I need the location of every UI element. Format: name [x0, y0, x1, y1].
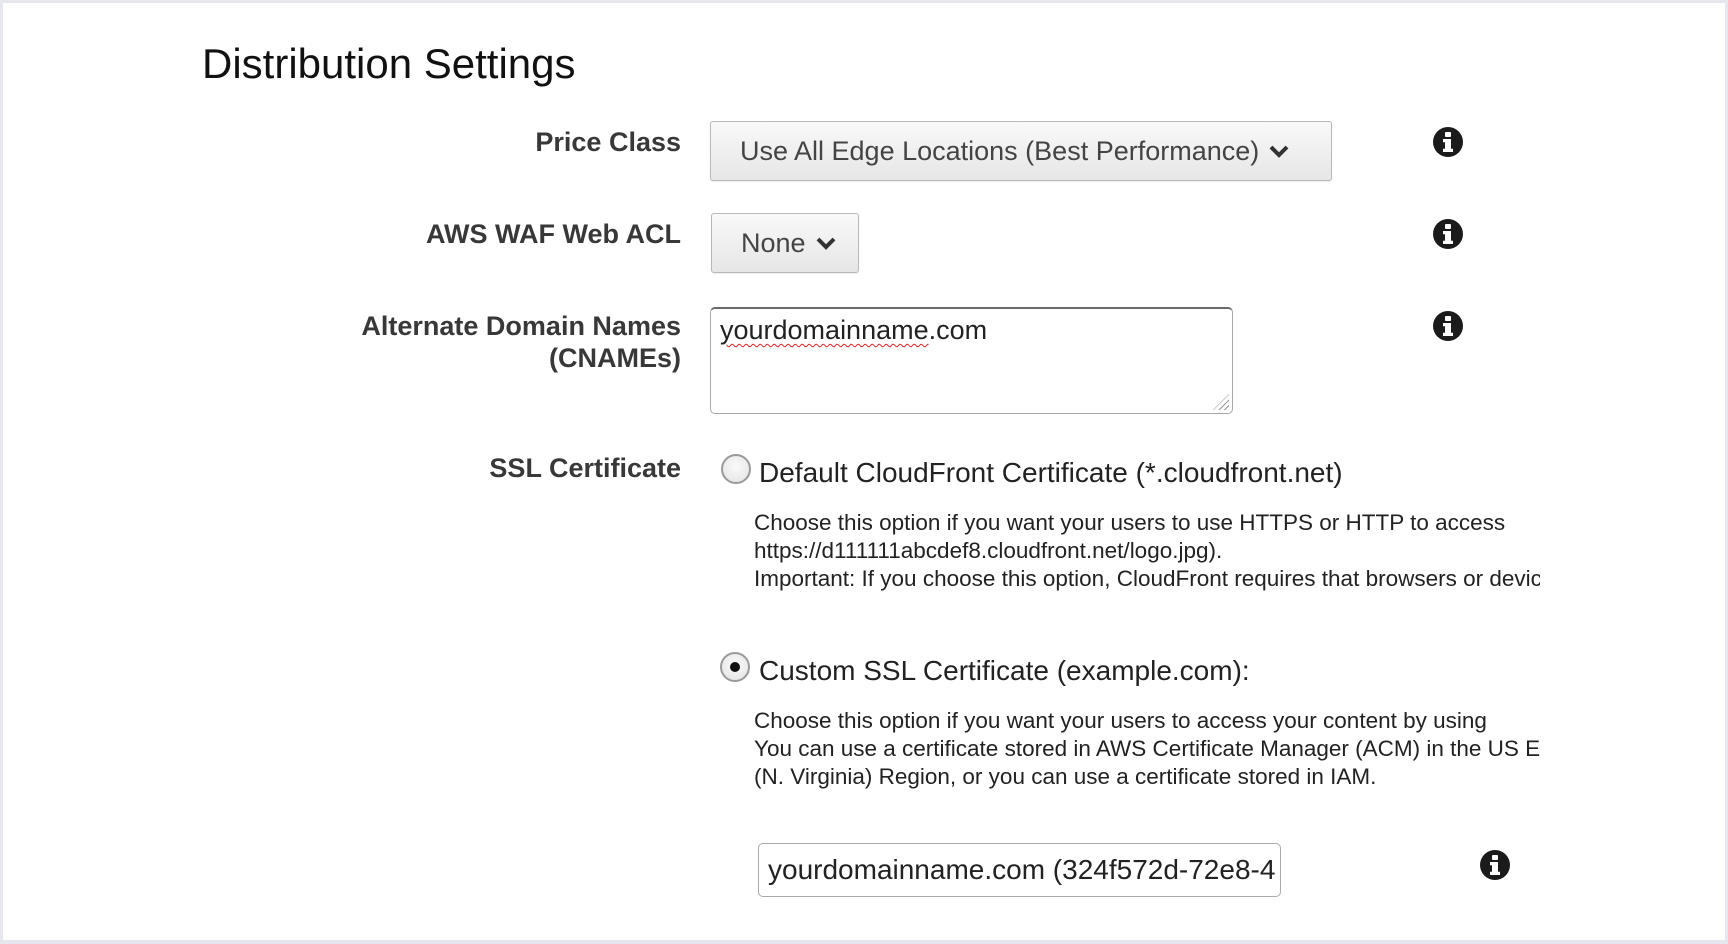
waf-select[interactable]: None — [711, 213, 859, 273]
cnames-label-line1: Alternate Domain Names — [361, 311, 681, 341]
price-class-value: Use All Edge Locations (Best Performance… — [740, 135, 1260, 166]
custom-certificate-description: Choose this option if you want your user… — [754, 707, 1540, 791]
chevron-down-icon — [1269, 145, 1289, 158]
description-line: Choose this option if you want your user… — [754, 510, 1506, 535]
chevron-down-icon — [816, 237, 835, 250]
default-certificate-radio[interactable] — [721, 454, 751, 484]
cnames-value-misspelled: yourdomainname — [720, 315, 929, 345]
certificate-value: yourdomainname.com (324f572d-72e8-4 — [768, 854, 1276, 885]
price-class-label: Price Class — [535, 127, 681, 157]
default-certificate-description: Choose this option if you want your user… — [754, 509, 1540, 593]
waf-label: AWS WAF Web ACL — [426, 219, 681, 249]
default-certificate-label[interactable]: Default CloudFront Certificate (*.cloudf… — [759, 457, 1343, 489]
cnames-label: Alternate Domain Names (CNAMEs) — [361, 310, 681, 374]
description-line: Important: If you choose this option, Cl… — [754, 566, 1540, 591]
description-line: (N. Virginia) Region, or you can use a c… — [754, 764, 1377, 789]
cnames-label-line2: (CNAMEs) — [549, 343, 681, 373]
cnames-textarea[interactable]: yourdomainname.com — [710, 307, 1233, 414]
certificate-input[interactable]: yourdomainname.com (324f572d-72e8-4 — [758, 843, 1281, 897]
description-line: Choose this option if you want your user… — [754, 708, 1487, 733]
info-icon[interactable] — [1433, 219, 1463, 249]
info-icon[interactable] — [1433, 127, 1463, 157]
info-icon[interactable] — [1433, 311, 1463, 341]
description-line: You can use a certificate stored in AWS … — [754, 736, 1540, 761]
description-line: https://d111111abcdef8.cloudfront.net/lo… — [754, 538, 1223, 563]
ssl-certificate-label: SSL Certificate — [489, 453, 681, 483]
info-icon[interactable] — [1480, 850, 1510, 880]
page-title: Distribution Settings — [202, 40, 576, 87]
custom-certificate-label[interactable]: Custom SSL Certificate (example.com): — [759, 655, 1250, 687]
waf-value: None — [741, 227, 806, 258]
price-class-select[interactable]: Use All Edge Locations (Best Performance… — [710, 121, 1332, 181]
resize-handle[interactable] — [1213, 394, 1229, 410]
custom-certificate-radio[interactable] — [720, 652, 750, 682]
cnames-value-rest: .com — [928, 315, 988, 345]
